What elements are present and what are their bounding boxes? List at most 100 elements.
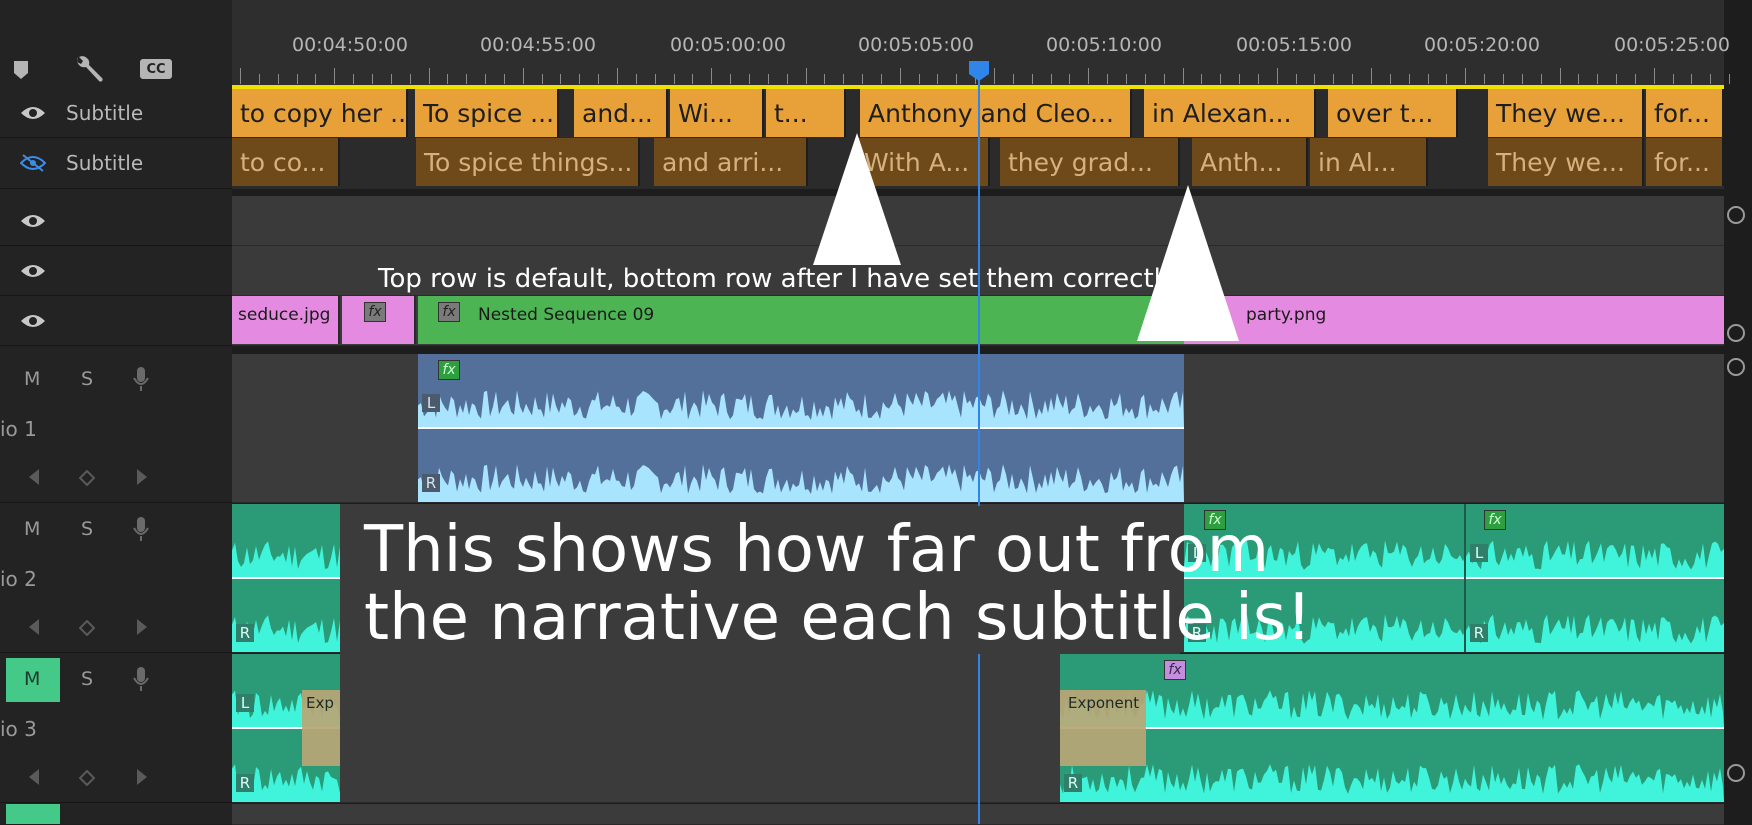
timecode-label: 00:05:15:00 (1236, 34, 1352, 56)
eye-hidden-icon[interactable] (20, 154, 46, 172)
ruler-tick (1182, 68, 1184, 84)
fx-badge: fx (1484, 510, 1506, 530)
subtitle-clip[interactable]: to co... (232, 138, 340, 186)
ruler-tick (466, 74, 468, 84)
ruler-tick (579, 74, 581, 84)
waveform-shape (1466, 614, 1724, 652)
add-keyframe-icon[interactable] (79, 770, 95, 786)
audio-clip[interactable]: fx L R (1466, 504, 1724, 652)
ruler-tick (1559, 68, 1561, 84)
subtitle-clip[interactable]: Anthony and Cleo... (860, 89, 1132, 137)
eye-icon[interactable] (20, 212, 46, 230)
eye-icon[interactable] (20, 104, 46, 122)
solo-button[interactable]: S (81, 518, 93, 540)
ruler-tick (1088, 68, 1090, 84)
previous-keyframe-icon[interactable] (28, 768, 40, 786)
subtitle-clip[interactable]: To spice things... (416, 138, 640, 186)
solo-button[interactable]: S (81, 368, 93, 390)
ruler-tick (1446, 74, 1448, 84)
subtitle-clip[interactable]: to copy her ... (232, 89, 408, 137)
video-track-header-1 (0, 296, 232, 346)
subtitle-clip[interactable]: for... (1646, 89, 1724, 137)
timecode-label: 00:05:25:00 (1614, 34, 1730, 56)
add-keyframe-icon[interactable] (79, 470, 95, 486)
ruler-tick (447, 74, 449, 84)
next-keyframe-icon[interactable] (136, 618, 148, 636)
video-track-header-3 (0, 196, 232, 246)
playhead-line[interactable] (978, 70, 980, 824)
scroll-handle[interactable] (1727, 358, 1745, 376)
subtitle-clip[interactable]: Wi... (670, 89, 764, 137)
audio-transition[interactable]: Exponent (1060, 690, 1146, 766)
mute-button[interactable]: M (24, 518, 40, 540)
solo-button[interactable]: S (81, 668, 93, 690)
audio-track-header-1: M S io 1 (0, 354, 232, 503)
audio-clip[interactable]: fx R (1060, 654, 1724, 802)
track-header-panel: CC Subtitle Subtitle M S io 1 M S io 2 M… (0, 0, 232, 824)
previous-keyframe-icon[interactable] (28, 618, 40, 636)
video-clip-party[interactable]: party.png (1184, 296, 1724, 344)
subtitle-clip[interactable]: They we... (1488, 138, 1644, 186)
next-keyframe-icon[interactable] (136, 468, 148, 486)
subtitle-clip[interactable]: t... (766, 89, 846, 137)
ruler-tick (1634, 74, 1636, 84)
previous-keyframe-icon[interactable] (28, 468, 40, 486)
ruler-tick (1295, 74, 1297, 84)
left-channel-label: L (1470, 544, 1488, 562)
left-channel-label: L (422, 394, 440, 412)
audio-clip[interactable]: fx L R (418, 354, 1184, 502)
subtitle-clip[interactable]: Anth... (1192, 138, 1308, 186)
subtitle-clip[interactable]: and arri... (654, 138, 808, 186)
next-keyframe-icon[interactable] (136, 768, 148, 786)
fx-badge: fx (364, 302, 386, 322)
ruler-tick (1597, 74, 1599, 84)
cc-icon[interactable]: CC (140, 59, 172, 79)
subtitle-clip[interactable]: in Al... (1310, 138, 1428, 186)
add-keyframe-icon[interactable] (79, 620, 95, 636)
subtitle-clip[interactable]: in Alexan... (1144, 89, 1316, 137)
ruler-tick (1333, 74, 1335, 84)
waveform-shape (1060, 690, 1724, 728)
wrench-icon[interactable] (72, 54, 104, 86)
ruler-tick (296, 74, 298, 84)
ruler-tick (485, 74, 487, 84)
subtitle-clip[interactable]: They we... (1488, 89, 1644, 137)
waveform-shape (232, 541, 340, 578)
ruler-tick (390, 74, 392, 84)
video-clip-seduce[interactable]: seduce.jpg (232, 296, 340, 344)
scroll-handle[interactable] (1727, 324, 1745, 342)
mute-button[interactable]: M (24, 368, 40, 390)
subtitle-track-label: Subtitle (66, 101, 144, 125)
scroll-handle[interactable] (1727, 206, 1745, 224)
video-clip-short[interactable]: fx (342, 296, 416, 344)
eye-icon[interactable] (20, 262, 46, 280)
microphone-icon[interactable] (132, 516, 150, 542)
video-clip-nested[interactable]: Nested Sequence 09 (418, 296, 1188, 344)
video-track-header-2 (0, 246, 232, 296)
waveform (418, 390, 1184, 502)
ruler-tick (1465, 68, 1467, 84)
scroll-handle[interactable] (1727, 764, 1745, 782)
microphone-icon[interactable] (132, 366, 150, 392)
playhead-handle[interactable] (968, 60, 990, 82)
mute-button[interactable]: M (24, 668, 40, 690)
subtitle-clip[interactable]: over t... (1328, 89, 1458, 137)
annotation-top-note: Top row is default, bottom row after I h… (378, 264, 1177, 294)
marker-icon[interactable] (13, 60, 29, 80)
ruler-tick (673, 74, 675, 84)
ruler-tick (541, 74, 543, 84)
eye-icon[interactable] (20, 312, 46, 330)
ruler-tick (1371, 68, 1372, 84)
subtitle-clip[interactable]: they grad... (1000, 138, 1180, 186)
subtitle-clip[interactable]: for... (1646, 138, 1724, 186)
subtitle-clip[interactable]: and... (574, 89, 668, 137)
audio-clip[interactable]: R (232, 504, 340, 652)
subtitle-clip[interactable]: To spice ... (415, 89, 559, 137)
ruler-tick (1352, 74, 1354, 84)
audio-track-name: io 3 (0, 717, 37, 741)
ruler-tick (334, 68, 336, 84)
timecode-label: 00:05:20:00 (1424, 34, 1540, 56)
ruler-tick (522, 68, 524, 84)
microphone-icon[interactable] (132, 666, 150, 692)
audio-transition[interactable]: Exp (302, 690, 340, 766)
